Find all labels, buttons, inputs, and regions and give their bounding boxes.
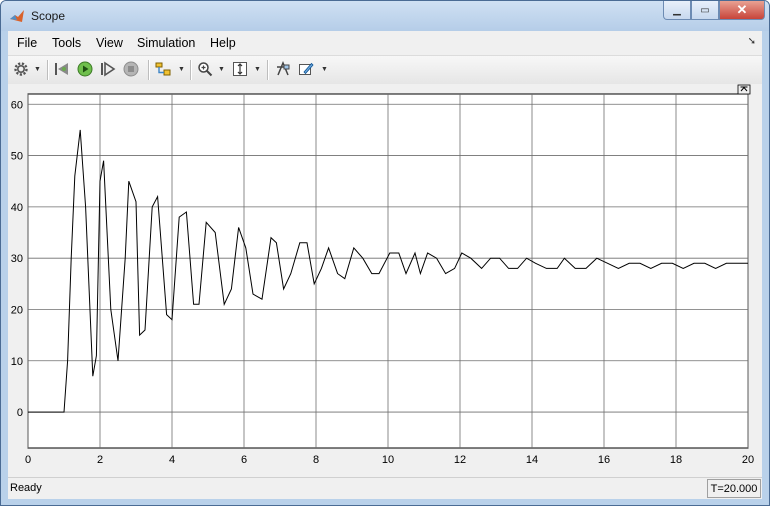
step-back-button[interactable]: [53, 60, 71, 78]
run-icon: [77, 61, 93, 77]
window-title: Scope: [31, 9, 66, 23]
minimize-icon: ▁: [673, 4, 681, 16]
x-tick-label: 2: [97, 454, 103, 466]
run-button[interactable]: [76, 60, 94, 78]
toolbar: ▼ ▼ ▼ ▼ ▼: [8, 55, 762, 85]
title-bar[interactable]: Scope ▁ ▭ ✕: [1, 1, 769, 31]
x-tick-label: 0: [25, 454, 31, 466]
x-tick-label: 14: [526, 454, 538, 466]
menu-file[interactable]: File: [17, 36, 37, 50]
chevron-down-icon[interactable]: ▼: [321, 66, 328, 73]
maximize-button[interactable]: ▭: [691, 1, 719, 20]
menu-help[interactable]: Help: [210, 36, 236, 50]
toolbar-separator: [190, 60, 192, 80]
chevron-down-icon[interactable]: ▼: [178, 66, 185, 73]
menu-tools[interactable]: Tools: [52, 36, 81, 50]
y-tick-label: 50: [11, 151, 23, 163]
chevron-down-icon[interactable]: ▼: [218, 66, 225, 73]
step-back-icon: [55, 63, 68, 75]
gear-icon: [14, 62, 28, 76]
signal-selector-button[interactable]: [274, 60, 292, 78]
x-tick-label: 20: [742, 454, 754, 466]
matlab-logo-icon: [10, 10, 24, 22]
highlight-icon: [155, 62, 171, 76]
scope-window: Scope ▁ ▭ ✕ File Tools View Simulation H…: [0, 0, 770, 506]
menu-bar: File Tools View Simulation Help ➘: [8, 31, 762, 55]
undock-axes-button[interactable]: [737, 84, 751, 95]
x-tick-label: 18: [670, 454, 682, 466]
style-edit-button[interactable]: [297, 60, 315, 78]
maximize-icon: ▭: [700, 4, 710, 16]
x-tick-label: 10: [382, 454, 394, 466]
y-tick-label: 40: [11, 202, 23, 214]
y-tick-label: 30: [11, 253, 23, 265]
y-tick-label: 60: [11, 99, 23, 111]
configuration-properties-button[interactable]: [12, 60, 30, 78]
x-tick-label: 4: [169, 454, 175, 466]
client-area: File Tools View Simulation Help ➘ ▼ ▼ ▼ …: [8, 31, 762, 499]
menu-view[interactable]: View: [96, 36, 123, 50]
zoom-button[interactable]: [196, 60, 214, 78]
chevron-down-icon[interactable]: ▼: [34, 66, 41, 73]
highlight-block-button[interactable]: [154, 60, 172, 78]
y-tick-label: 20: [11, 304, 23, 316]
x-tick-label: 6: [241, 454, 247, 466]
toolbar-separator: [47, 60, 49, 80]
scope-plot[interactable]: 0 2 4 6 8 10 12 14 16 18 20 0 10 20 30 40 50 60: [8, 84, 762, 477]
x-tick-label: 12: [454, 454, 466, 466]
y-tick-label: 10: [11, 356, 23, 368]
zoom-icon: [198, 62, 213, 77]
menu-dock-arrow-icon[interactable]: ➘: [748, 36, 756, 47]
close-button[interactable]: ✕: [719, 1, 765, 20]
toolbar-separator: [148, 60, 150, 80]
autoscale-button[interactable]: [231, 60, 249, 78]
status-bar: Ready T=20.000: [8, 477, 762, 499]
x-tick-label: 16: [598, 454, 610, 466]
edit-icon: [299, 62, 314, 75]
chevron-down-icon[interactable]: ▼: [254, 66, 261, 73]
simulation-time: T=20.000: [707, 479, 761, 498]
y-tick-label: 0: [17, 407, 23, 419]
scope-display: 0 2 4 6 8 10 12 14 16 18 20 0 10 20 30 40 50 60: [8, 84, 762, 477]
close-icon: ✕: [736, 2, 748, 17]
stop-button[interactable]: [122, 60, 140, 78]
signal-selector-icon: [277, 61, 290, 76]
status-text: Ready: [10, 482, 42, 494]
stop-icon: [123, 61, 139, 77]
step-forward-button[interactable]: [99, 60, 117, 78]
window-controls: ▁ ▭ ✕: [663, 1, 765, 21]
autoscale-icon: [233, 62, 247, 76]
step-forward-icon: [101, 61, 116, 77]
toolbar-separator: [267, 60, 269, 80]
minimize-button[interactable]: ▁: [663, 1, 691, 20]
x-tick-label: 8: [313, 454, 319, 466]
menu-simulation[interactable]: Simulation: [137, 36, 195, 50]
